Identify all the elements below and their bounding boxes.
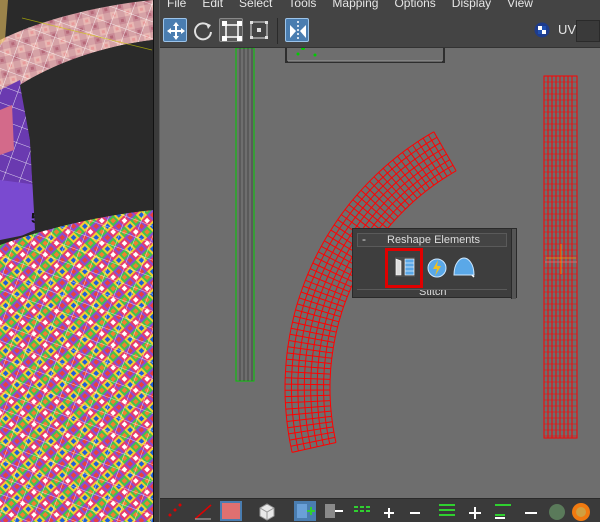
move-button[interactable] — [163, 18, 187, 42]
uv-label: UV — [558, 22, 577, 37]
falloff-button[interactable] — [570, 501, 592, 521]
bottom-toolbar — [160, 498, 600, 522]
soft-selection-icon — [549, 504, 565, 520]
loop-shrink-button[interactable] — [492, 501, 514, 521]
element-cube-icon — [259, 503, 275, 521]
ring-icon — [354, 506, 372, 512]
menu-mapping[interactable]: Mapping — [325, 0, 387, 12]
relax-button[interactable] — [425, 255, 449, 279]
ring-shrink-button[interactable] — [380, 501, 402, 521]
uv-channel-dropdown[interactable] — [576, 20, 600, 42]
edge-icon — [194, 504, 212, 520]
collapse-toggle[interactable]: - — [362, 232, 366, 246]
grow-selection-button[interactable] — [294, 501, 316, 521]
loop-minus-icon — [525, 512, 537, 514]
menu-select[interactable]: Select — [232, 0, 281, 12]
highlight-annotation-box — [385, 248, 423, 288]
loop-grow-icon — [439, 504, 455, 516]
uv-toolbar: UV — [160, 12, 600, 48]
loop-button[interactable] — [406, 501, 428, 521]
loop-icon — [410, 512, 420, 514]
rotate-button[interactable] — [191, 18, 215, 42]
select-edge-button[interactable] — [192, 501, 214, 521]
menu-options[interactable]: Options — [387, 0, 444, 12]
select-vertex-button[interactable] — [164, 501, 186, 521]
mirror-icon — [290, 21, 306, 41]
select-polygon-button[interactable] — [220, 501, 242, 521]
freeform-icon — [250, 21, 268, 39]
menu-bar: File Edit Select Tools Mapping Options D… — [160, 0, 600, 12]
stitch-title: Stitch — [419, 289, 447, 298]
selected-uv-shell-straight — [543, 75, 578, 439]
relax-icon — [427, 258, 447, 278]
reshape-elements-panel: - Reshape Elements Stitch — [352, 228, 517, 301]
textured-model: 5 — [0, 0, 153, 522]
uv-channel-area: UV — [530, 18, 600, 44]
loop-plus-icon — [469, 507, 481, 519]
unselected-uv-shell — [235, 48, 255, 382]
toolbar-separator — [277, 18, 278, 44]
move-icon — [167, 22, 185, 40]
shrink-selection-icon — [325, 504, 343, 518]
menu-edit[interactable]: Edit — [195, 0, 232, 12]
arc-button[interactable] — [452, 255, 476, 279]
grow-selection-icon — [297, 504, 315, 518]
mirror-button[interactable] — [285, 18, 309, 42]
ring-grow-button[interactable] — [352, 501, 374, 521]
vertex-icon — [168, 503, 182, 517]
viewport-splitter[interactable] — [153, 0, 160, 522]
menu-view[interactable]: View — [500, 0, 542, 12]
loop-plus-button[interactable] — [466, 501, 488, 521]
shrink-selection-button[interactable] — [322, 501, 344, 521]
loop-shrink-icon — [495, 504, 511, 519]
menu-file[interactable]: File — [160, 0, 195, 12]
loop-grow-button[interactable] — [436, 501, 458, 521]
scale-icon — [222, 21, 242, 41]
loop-minus-button[interactable] — [522, 501, 544, 521]
ring-plus-icon — [384, 508, 394, 518]
stitch-section-header[interactable]: Stitch — [357, 289, 507, 301]
checker-map-icon[interactable] — [534, 22, 550, 38]
polygon-icon — [222, 503, 240, 519]
uv-editor-window: File Edit Select Tools Mapping Options D… — [160, 0, 600, 522]
select-element-button[interactable] — [256, 501, 278, 521]
menu-tools[interactable]: Tools — [281, 0, 325, 12]
rotate-icon — [194, 22, 212, 41]
soft-selection-button[interactable] — [546, 501, 568, 521]
reshape-elements-title: Reshape Elements — [387, 234, 480, 246]
perspective-viewport[interactable]: 5 — [0, 0, 153, 522]
scale-button[interactable] — [219, 18, 243, 42]
arc-icon — [453, 257, 475, 278]
reshape-elements-header[interactable]: - Reshape Elements — [357, 232, 507, 247]
panel-scrollbar[interactable] — [511, 229, 516, 299]
uv-canvas[interactable]: - Reshape Elements Stitch — [160, 48, 600, 498]
freeform-button[interactable] — [247, 18, 271, 42]
falloff-icon — [572, 503, 590, 521]
menu-display[interactable]: Display — [445, 0, 500, 12]
